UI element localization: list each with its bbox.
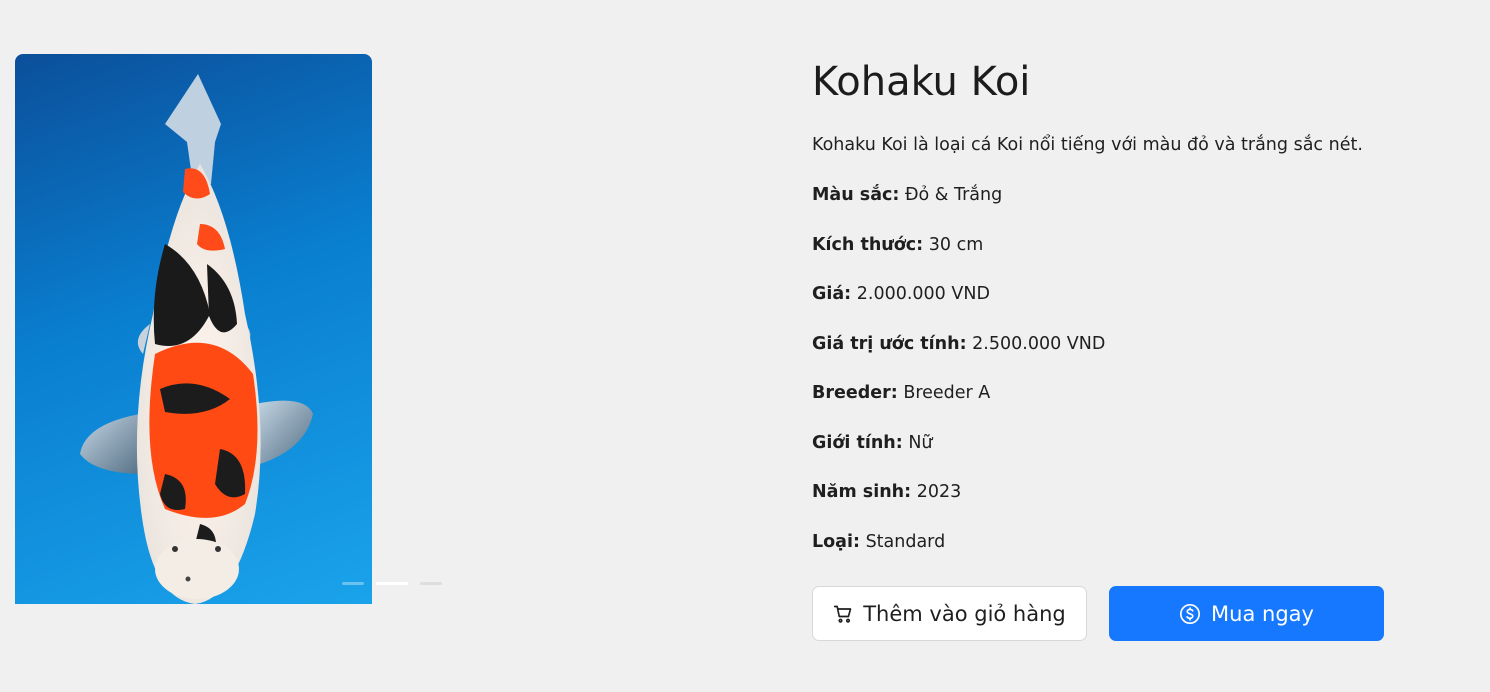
spec-value: Standard xyxy=(865,531,946,552)
spec-label: Loại: xyxy=(812,531,860,552)
spec-label: Giá: xyxy=(812,284,852,304)
spec-value: 2023 xyxy=(916,482,962,502)
carousel-dot-1[interactable] xyxy=(342,582,364,585)
product-description: Kohaku Koi là loại cá Koi nổi tiếng với … xyxy=(812,135,1363,155)
spec-color: Màu sắc: Đỏ & Trắng xyxy=(812,182,1452,208)
product-title: Kohaku Koi xyxy=(812,59,1031,105)
spec-label: Kích thước: xyxy=(812,234,924,255)
spec-value: 30 cm xyxy=(928,234,984,255)
buy-now-label: Mua ngay xyxy=(1211,601,1314,626)
spec-value: Breeder A xyxy=(903,383,991,403)
dollar-circle-icon xyxy=(1179,603,1201,625)
spec-label: Màu sắc: xyxy=(812,185,900,205)
carousel-indicators[interactable] xyxy=(342,582,442,585)
product-image-carousel[interactable] xyxy=(15,54,372,604)
spec-birth-year: Năm sinh: 2023 xyxy=(812,479,1452,505)
spec-value: 2.500.000 VND xyxy=(972,333,1106,354)
spec-estimated-value: Giá trị ước tính: 2.500.000 VND xyxy=(812,331,1452,357)
koi-fish-image xyxy=(80,74,313,604)
spec-gender: Giới tính: Nữ xyxy=(812,430,1452,456)
spec-value: 2.000.000 VND xyxy=(856,284,990,304)
product-details: Kohaku Koi Kohaku Koi là loại cá Koi nổi… xyxy=(812,58,1452,578)
spec-breeder: Breeder: Breeder A xyxy=(812,380,1452,406)
carousel-dot-2[interactable] xyxy=(376,582,408,585)
spec-label: Giá trị ước tính: xyxy=(812,333,967,354)
spec-label: Giới tính: xyxy=(812,432,903,453)
shopping-cart-icon xyxy=(833,604,853,624)
spec-label: Năm sinh: xyxy=(812,482,912,502)
add-to-cart-label: Thêm vào giỏ hàng xyxy=(863,601,1066,626)
spec-label: Breeder: xyxy=(812,383,898,403)
add-to-cart-button[interactable]: Thêm vào giỏ hàng xyxy=(812,586,1087,641)
spec-price: Giá: 2.000.000 VND xyxy=(812,281,1452,307)
spec-value: Đỏ & Trắng xyxy=(904,185,1003,205)
product-actions: Thêm vào giỏ hàng Mua ngay xyxy=(812,586,1384,641)
buy-now-button[interactable]: Mua ngay xyxy=(1109,586,1384,641)
spec-value: Nữ xyxy=(908,432,933,453)
spec-type: Loại: Standard xyxy=(812,529,1452,555)
spec-size: Kích thước: 30 cm xyxy=(812,232,1452,258)
carousel-dot-3[interactable] xyxy=(420,582,442,585)
